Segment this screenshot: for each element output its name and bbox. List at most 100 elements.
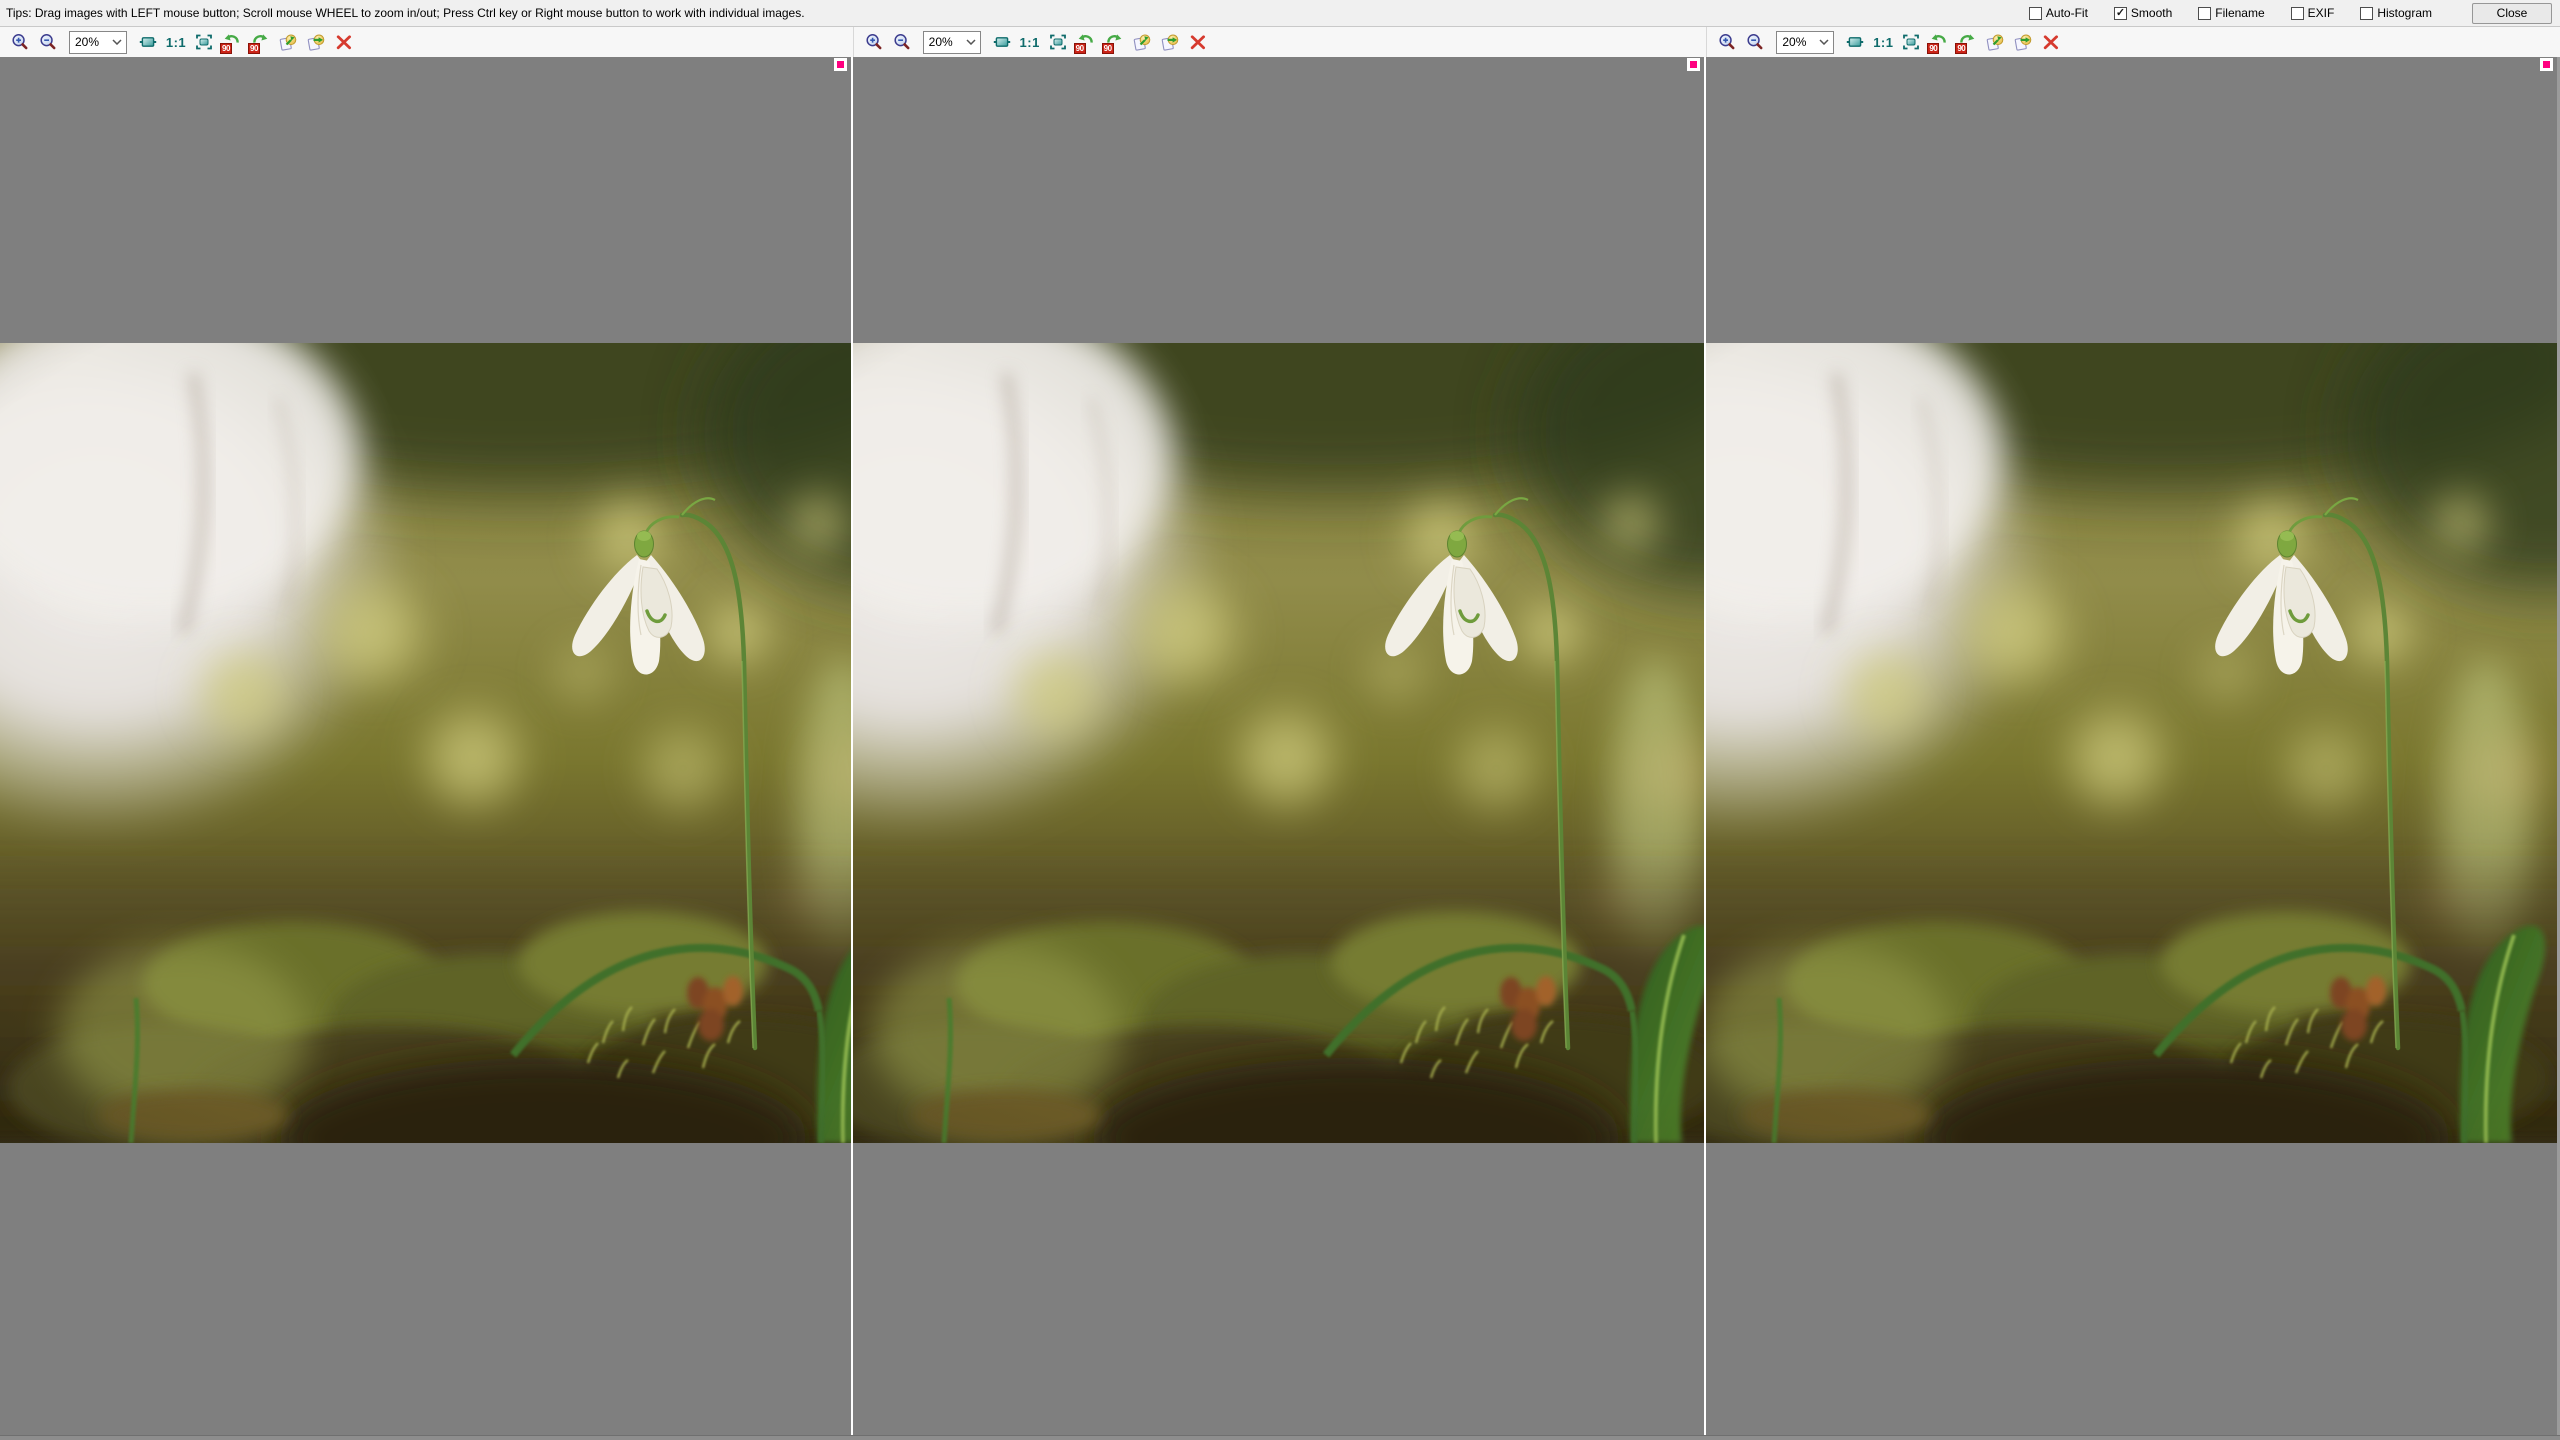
actual-size-label: 1:1 bbox=[1873, 35, 1893, 50]
tips-bar: Tips: Drag images with LEFT mouse button… bbox=[0, 0, 2560, 27]
actual-size-button[interactable]: 1:1 bbox=[1869, 29, 1897, 55]
fit-to-screen-icon bbox=[1902, 33, 1920, 51]
remove-image-button[interactable] bbox=[2037, 29, 2065, 55]
zoom-level-value: 20% bbox=[1782, 35, 1806, 49]
fit-to-window-icon bbox=[1846, 33, 1864, 51]
previous-image-icon bbox=[1133, 33, 1151, 51]
zoom-in-button[interactable] bbox=[6, 29, 34, 55]
close-button[interactable]: Close bbox=[2472, 3, 2552, 24]
rotate-90-badge: 90 bbox=[1102, 43, 1114, 54]
rotate-90-badge: 90 bbox=[220, 43, 232, 54]
zoom-in-icon bbox=[865, 33, 883, 51]
checkbox-smooth[interactable]: ✓ Smooth bbox=[2114, 6, 2172, 20]
zoom-out-icon bbox=[1746, 33, 1764, 51]
image-panel-middle[interactable] bbox=[851, 57, 1704, 1435]
previous-image-button[interactable] bbox=[1981, 29, 2009, 55]
fit-to-window-icon bbox=[139, 33, 157, 51]
panel-3-toolbar: 20% 1:1 90 90 bbox=[1706, 27, 2560, 57]
previous-image-icon bbox=[1986, 33, 2004, 51]
view-options: Auto-Fit ✓ Smooth Filename EXIF Histogra… bbox=[2029, 0, 2552, 26]
tips-text: Tips: Drag images with LEFT mouse button… bbox=[0, 6, 805, 20]
zoom-out-button[interactable] bbox=[1741, 29, 1769, 55]
fit-to-window-button[interactable] bbox=[988, 29, 1016, 55]
actual-size-label: 1:1 bbox=[166, 35, 186, 50]
selection-marker bbox=[2540, 58, 2553, 71]
next-image-button[interactable] bbox=[302, 29, 330, 55]
checkbox-box[interactable] bbox=[2291, 7, 2304, 20]
next-image-button[interactable] bbox=[2009, 29, 2037, 55]
actual-size-label: 1:1 bbox=[1020, 35, 1040, 50]
checkbox-box[interactable] bbox=[2360, 7, 2373, 20]
snowdrop-photo bbox=[853, 343, 1704, 1143]
previous-image-button[interactable] bbox=[1128, 29, 1156, 55]
zoom-level-value: 20% bbox=[75, 35, 99, 49]
fit-to-screen-icon bbox=[195, 33, 213, 51]
remove-image-icon bbox=[2042, 33, 2060, 51]
checkbox-box[interactable] bbox=[2029, 7, 2042, 20]
checkbox-label: Smooth bbox=[2131, 6, 2172, 20]
fit-to-screen-icon bbox=[1049, 33, 1067, 51]
image-panel-right[interactable] bbox=[1704, 57, 2557, 1435]
next-image-icon bbox=[2014, 33, 2032, 51]
checkbox-histogram[interactable]: Histogram bbox=[2360, 6, 2432, 20]
remove-image-icon bbox=[335, 33, 353, 51]
checkbox-box[interactable]: ✓ bbox=[2114, 7, 2127, 20]
chevron-down-icon bbox=[966, 39, 976, 45]
chevron-down-icon bbox=[1819, 39, 1829, 45]
next-image-icon bbox=[1161, 33, 1179, 51]
zoom-in-button[interactable] bbox=[860, 29, 888, 55]
zoom-in-icon bbox=[11, 33, 29, 51]
panel-2-toolbar: 20% 1:1 90 90 bbox=[853, 27, 1707, 57]
zoom-out-icon bbox=[893, 33, 911, 51]
rotate-right-button[interactable]: 90 bbox=[246, 29, 274, 55]
rotate-right-button[interactable]: 90 bbox=[1100, 29, 1128, 55]
remove-image-button[interactable] bbox=[1184, 29, 1212, 55]
zoom-out-button[interactable] bbox=[888, 29, 916, 55]
fit-to-screen-button[interactable] bbox=[1897, 29, 1925, 55]
zoom-out-button[interactable] bbox=[34, 29, 62, 55]
actual-size-button[interactable]: 1:1 bbox=[162, 29, 190, 55]
actual-size-button[interactable]: 1:1 bbox=[1016, 29, 1044, 55]
rotate-left-button[interactable]: 90 bbox=[1072, 29, 1100, 55]
rotate-left-button[interactable]: 90 bbox=[1925, 29, 1953, 55]
remove-image-button[interactable] bbox=[330, 29, 358, 55]
zoom-level-select[interactable]: 20% bbox=[923, 31, 981, 54]
rotate-90-badge: 90 bbox=[248, 43, 260, 54]
compare-panels bbox=[0, 57, 2560, 1435]
snowdrop-photo bbox=[1706, 343, 2557, 1143]
rotate-left-button[interactable]: 90 bbox=[218, 29, 246, 55]
checkbox-auto-fit[interactable]: Auto-Fit bbox=[2029, 6, 2088, 20]
zoom-level-value: 20% bbox=[929, 35, 953, 49]
window-bottom-edge bbox=[0, 1435, 2560, 1440]
fit-to-window-button[interactable] bbox=[134, 29, 162, 55]
rotate-90-badge: 90 bbox=[1927, 43, 1939, 54]
zoom-in-button[interactable] bbox=[1713, 29, 1741, 55]
chevron-down-icon bbox=[112, 39, 122, 45]
fit-to-screen-button[interactable] bbox=[1044, 29, 1072, 55]
checkbox-box[interactable] bbox=[2198, 7, 2211, 20]
checkbox-filename[interactable]: Filename bbox=[2198, 6, 2264, 20]
next-image-button[interactable] bbox=[1156, 29, 1184, 55]
checkbox-label: Auto-Fit bbox=[2046, 6, 2088, 20]
rotate-90-badge: 90 bbox=[1955, 43, 1967, 54]
snowdrop-photo bbox=[0, 343, 851, 1143]
rotate-90-badge: 90 bbox=[1074, 43, 1086, 54]
fit-to-window-button[interactable] bbox=[1841, 29, 1869, 55]
rotate-right-button[interactable]: 90 bbox=[1953, 29, 1981, 55]
checkbox-exif[interactable]: EXIF bbox=[2291, 6, 2335, 20]
fit-to-window-icon bbox=[993, 33, 1011, 51]
zoom-level-select[interactable]: 20% bbox=[1776, 31, 1834, 54]
selection-marker bbox=[1687, 58, 1700, 71]
image-panel-left[interactable] bbox=[0, 57, 851, 1435]
checkbox-label: Filename bbox=[2215, 6, 2264, 20]
checkbox-label: Histogram bbox=[2377, 6, 2432, 20]
selection-marker bbox=[834, 58, 847, 71]
previous-image-button[interactable] bbox=[274, 29, 302, 55]
toolbars-row: 20% 1:1 90 90 20% 1:1 90 90 bbox=[0, 27, 2560, 57]
next-image-icon bbox=[307, 33, 325, 51]
fit-to-screen-button[interactable] bbox=[190, 29, 218, 55]
zoom-in-icon bbox=[1718, 33, 1736, 51]
panel-1-toolbar: 20% 1:1 90 90 bbox=[0, 27, 853, 57]
zoom-out-icon bbox=[39, 33, 57, 51]
zoom-level-select[interactable]: 20% bbox=[69, 31, 127, 54]
